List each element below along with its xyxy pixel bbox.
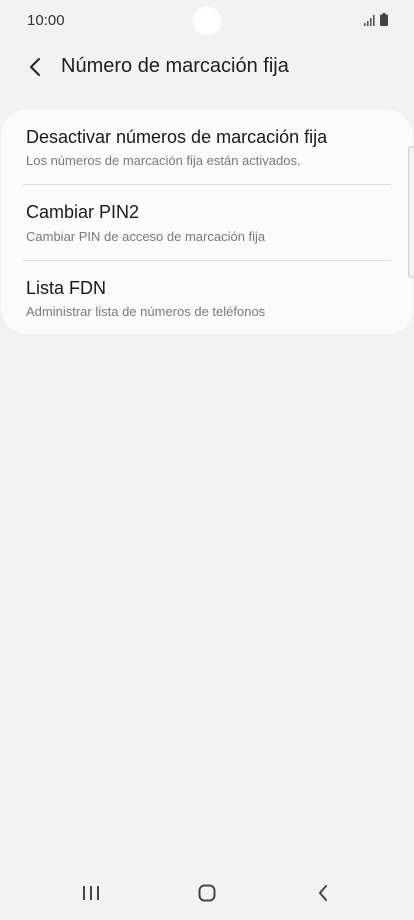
status-time: 10:00 xyxy=(27,12,65,29)
setting-item-title: Cambiar PIN2 xyxy=(26,202,140,222)
home-icon xyxy=(198,884,216,902)
setting-item-change-pin2[interactable]: Cambiar PIN2 Cambiar PIN de acceso de ma… xyxy=(1,185,413,260)
nav-back-button[interactable] xyxy=(303,878,343,908)
nav-bar xyxy=(0,866,414,920)
recents-button[interactable] xyxy=(71,878,111,908)
setting-item-title: Desactivar números de marcación fija xyxy=(26,127,328,147)
battery-icon xyxy=(380,13,388,26)
back-icon xyxy=(319,885,327,901)
signal-icon xyxy=(364,15,375,26)
setting-item-title: Lista FDN xyxy=(26,278,107,298)
setting-item-fdn-list[interactable]: Lista FDN Administrar lista de números d… xyxy=(1,261,413,334)
setting-item-subtitle: Cambiar PIN de acceso de marcación fija xyxy=(26,229,266,244)
header: Número de marcación fija xyxy=(0,48,414,88)
settings-card: Desactivar números de marcación fija Los… xyxy=(1,110,413,334)
page-title: Número de marcación fija xyxy=(61,55,289,77)
setting-item-subtitle: Los números de marcación fija están acti… xyxy=(26,153,301,168)
status-bar: 10:00 xyxy=(0,0,414,42)
back-button[interactable] xyxy=(20,52,50,82)
home-button[interactable] xyxy=(187,878,227,908)
recents-icon xyxy=(83,886,99,900)
scroll-indicator[interactable] xyxy=(408,146,414,278)
screen: 10:00 Número de marcación fija Desactiva… xyxy=(0,0,414,920)
chevron-left-icon xyxy=(30,58,40,76)
setting-item-disable-fdn[interactable]: Desactivar números de marcación fija Los… xyxy=(1,110,413,185)
setting-item-subtitle: Administrar lista de números de teléfono… xyxy=(26,304,266,319)
status-icons xyxy=(364,13,388,26)
camera-cutout xyxy=(193,7,221,35)
